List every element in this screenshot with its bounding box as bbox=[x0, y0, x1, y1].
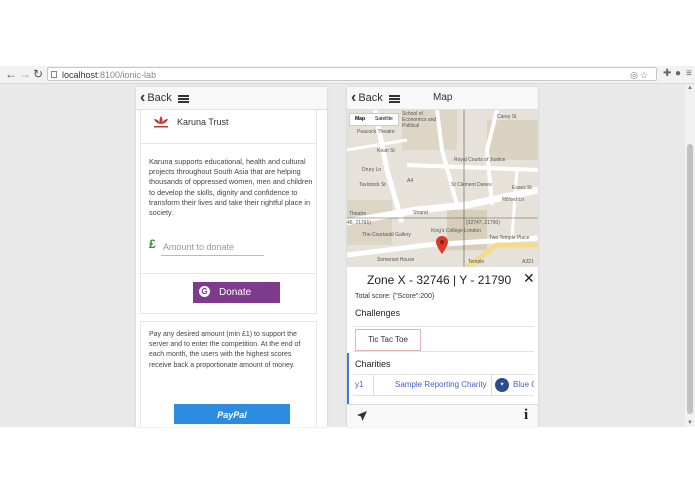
menu-icon[interactable] bbox=[389, 95, 400, 103]
charity-card: Karuna Trust Karuna supports educational… bbox=[140, 109, 317, 314]
map-label: Drury Ln bbox=[362, 167, 382, 173]
scroll-up-icon[interactable]: ▲ bbox=[687, 85, 693, 91]
page-title: Map bbox=[433, 92, 453, 103]
map-view[interactable]: Map Satellite Peacock Theatre School of E… bbox=[347, 110, 538, 267]
donation-amount-input[interactable] bbox=[161, 239, 264, 256]
donate-header: ‹ Back bbox=[136, 87, 327, 110]
info-icon[interactable]: i bbox=[524, 407, 528, 424]
map-label: A321 bbox=[522, 259, 534, 265]
map-label: St Clement Danes bbox=[451, 182, 492, 188]
back-label: Back bbox=[358, 92, 383, 104]
map-label: Two Temple Place bbox=[489, 235, 530, 241]
map-type-satellite[interactable]: Satellite bbox=[370, 114, 398, 125]
zone-title: Zone X - 32746 | Y - 21790 bbox=[367, 273, 512, 287]
charity-logo-icon: ✦ bbox=[495, 378, 509, 392]
map-label: Tavistock St bbox=[359, 182, 386, 188]
page-scrollbar[interactable]: ▲ ▼ bbox=[685, 84, 695, 427]
charity-item[interactable]: Blue Cr bbox=[513, 375, 534, 395]
map-label: Milford Ln bbox=[502, 197, 524, 203]
location-icon[interactable]: ◎ bbox=[630, 68, 638, 82]
map-label: Temple bbox=[468, 259, 485, 265]
scroll-indicator bbox=[347, 353, 349, 405]
map-label: Kean St bbox=[377, 148, 395, 154]
map-header: ‹ Back Map bbox=[347, 87, 538, 110]
donate-label: Donate bbox=[219, 287, 252, 298]
map-panel: ‹Back Map MapSatellite Peacock Theatre bbox=[347, 87, 538, 427]
close-icon[interactable]: ✕ bbox=[523, 270, 535, 287]
extension-icon[interactable]: ✚ bbox=[663, 67, 671, 81]
scroll-down-icon[interactable]: ▼ bbox=[687, 420, 693, 426]
map-label: Strand bbox=[413, 210, 428, 216]
page-icon bbox=[51, 71, 57, 78]
back-button[interactable]: ‹ Back bbox=[351, 90, 383, 106]
address-bar[interactable]: localhost:8100/ionic-lab ◎ ☆ bbox=[47, 67, 657, 81]
karuna-logo-icon bbox=[154, 116, 168, 128]
url-path: :8100/ionic-lab bbox=[97, 70, 157, 80]
profile-icon[interactable]: ● bbox=[675, 67, 681, 81]
chevron-left-icon: ‹ bbox=[140, 89, 146, 106]
charity-item[interactable]: Sample Reporting Charity bbox=[377, 375, 492, 395]
forward-arrow-icon[interactable]: → bbox=[19, 67, 31, 81]
g-logo-icon: G bbox=[199, 286, 210, 297]
map-label: 46, 21791) bbox=[347, 220, 371, 226]
map-label: Peacock Theatre bbox=[357, 129, 395, 135]
reload-icon[interactable]: ↻ bbox=[33, 67, 43, 81]
browser-menu-icon[interactable]: ≡ bbox=[686, 67, 692, 81]
map-label: The Courtauld Gallery bbox=[362, 232, 411, 238]
scrollbar-thumb[interactable] bbox=[687, 144, 693, 414]
charity-description: Karuna supports educational, health and … bbox=[149, 157, 313, 218]
map-marker-icon[interactable] bbox=[436, 236, 448, 254]
challenges-heading: Challenges bbox=[355, 308, 401, 318]
payment-card: Pay any desired amount (min £1) to suppo… bbox=[140, 321, 317, 427]
challenge-card[interactable]: Tic Tac Toe bbox=[355, 329, 421, 351]
map-label: Essex St bbox=[512, 185, 532, 191]
back-arrow-icon[interactable]: ← bbox=[5, 67, 17, 81]
map-label: Carey St bbox=[497, 114, 517, 120]
map-label: King's College London bbox=[431, 228, 481, 234]
charities-strip: y1 Sample Reporting Charity ✦ Blue Cr bbox=[353, 374, 534, 396]
donate-panel: ‹ Back Karuna Trust Karuna supports educa… bbox=[136, 87, 327, 427]
map-footer: i bbox=[347, 404, 538, 427]
paypal-button[interactable]: PayPal bbox=[174, 404, 290, 424]
charities-heading: Charities bbox=[355, 359, 391, 369]
map-label: Somerset House bbox=[377, 257, 415, 263]
charity-item[interactable]: y1 bbox=[355, 375, 374, 395]
map-label: A4 bbox=[407, 178, 414, 184]
back-button[interactable]: ‹ Back bbox=[140, 90, 172, 106]
challenges-strip: Tic Tac Toe bbox=[353, 326, 534, 352]
browser-toolbar: ← → ↻ localhost:8100/ionic-lab ◎ ☆ ✚ ● ≡ bbox=[0, 66, 695, 84]
navigation-arrow-icon[interactable] bbox=[356, 410, 368, 422]
charity-name: Karuna Trust bbox=[177, 117, 229, 127]
currency-symbol: £ bbox=[149, 237, 156, 251]
star-icon[interactable]: ☆ bbox=[640, 68, 648, 82]
map-label: Theatre bbox=[349, 211, 367, 217]
divider bbox=[141, 143, 316, 144]
map-type-map[interactable]: Map bbox=[350, 114, 370, 125]
url-host: localhost bbox=[62, 70, 98, 80]
payment-description: Pay any desired amount (min £1) to suppo… bbox=[149, 331, 301, 369]
map-label: School of Economics and Political bbox=[402, 111, 437, 129]
map-label: (32747, 21790) bbox=[466, 220, 500, 226]
menu-icon[interactable] bbox=[178, 95, 189, 103]
total-score: Total score: {"Score":200} bbox=[355, 293, 435, 300]
map-label: Royal Courts of Justice bbox=[454, 157, 506, 163]
divider bbox=[141, 273, 316, 274]
back-label: Back bbox=[147, 92, 172, 104]
chevron-left-icon: ‹ bbox=[351, 89, 357, 106]
map-type-control[interactable]: Map Satellite bbox=[349, 113, 399, 126]
donate-button[interactable]: G Donate bbox=[193, 282, 280, 303]
